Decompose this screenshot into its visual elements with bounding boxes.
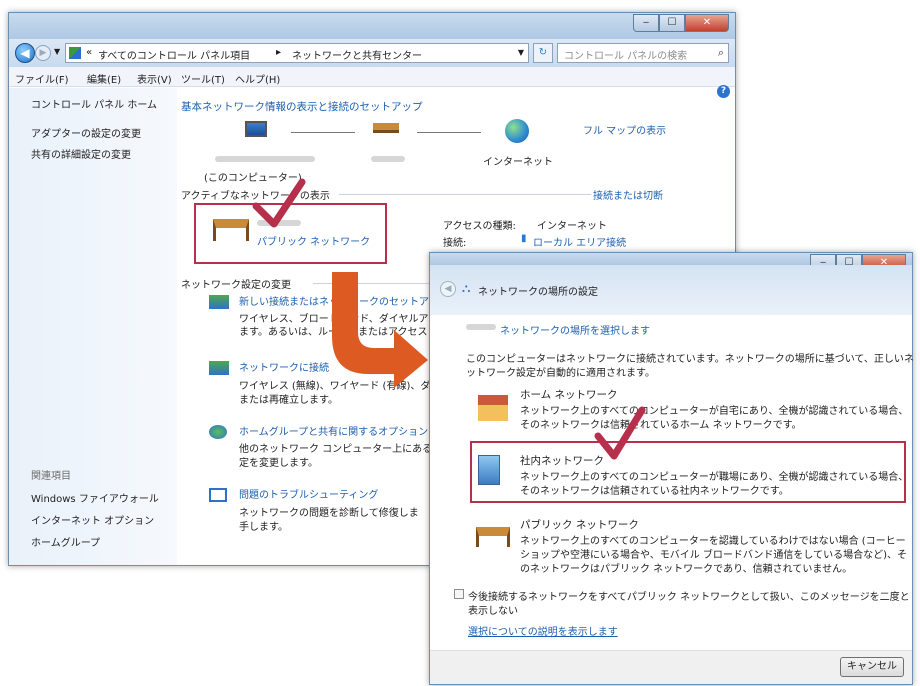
address-prefix: «: [86, 47, 93, 58]
select-location-heading: ネットワークの場所を選択します: [500, 326, 650, 337]
option-description: ネットワーク上のすべてのコンピューターを認識しているわけではない場合 (コーヒー: [520, 536, 906, 547]
connection-label: 接続:: [443, 238, 467, 249]
troubleshoot-icon: [209, 488, 227, 502]
breadcrumb-item[interactable]: すべてのコントロール パネル項目: [98, 47, 250, 62]
maximize-button[interactable]: ☐: [659, 14, 685, 32]
intro-text: このコンピューターはネットワークに接続されています。ネットワークの場所に基づいて…: [466, 354, 914, 365]
home-icon: [478, 395, 508, 421]
menu-view[interactable]: 表示(V): [137, 71, 172, 86]
checkmark-icon: [594, 406, 646, 460]
dialog-title: ネットワークの場所の設定: [478, 287, 598, 298]
network-icon: ⛬: [462, 281, 471, 295]
minimize-button[interactable]: ‒: [633, 14, 659, 32]
map-line: [417, 132, 481, 133]
option-description: ネットワーク上のすべてのコンピューターが自宅にあり、全機が認識されている場合、: [520, 406, 909, 417]
homegroup-icon: [209, 425, 227, 439]
checkmark-icon: [252, 178, 306, 228]
task-description: 他のネットワーク コンピューター上にある: [239, 444, 433, 455]
cancel-button[interactable]: キャンセル: [840, 657, 904, 677]
option-public-network[interactable]: パブリック ネットワーク ネットワーク上のすべてのコンピューターを認識しているわ…: [470, 515, 910, 585]
section-divider: [339, 194, 591, 195]
treat-public-checkbox[interactable]: [454, 589, 464, 599]
menu-help[interactable]: ヘルプ(H): [235, 71, 280, 86]
map-line: [291, 132, 355, 133]
close-button[interactable]: ✕: [685, 14, 729, 32]
page-title: 基本ネットワーク情報の表示と接続のセットアップ: [181, 101, 423, 113]
network-location-dialog: ‒ ☐ ✕ ◀ ⛬ ネットワークの場所の設定 ネットワークの場所を選択します こ…: [429, 252, 914, 685]
back-arrow-icon[interactable]: ◀: [15, 43, 35, 63]
access-type-label: アクセスの種類:: [443, 221, 516, 232]
task-description: 定を変更します。: [239, 458, 318, 469]
option-home-network[interactable]: ホーム ネットワーク ネットワーク上のすべてのコンピューターが自宅にあり、全機が…: [470, 385, 908, 439]
new-connection-icon: [209, 295, 229, 309]
explain-choice-link[interactable]: 選択についての説明を表示します: [468, 623, 618, 638]
option-description: ネットワーク上のすべてのコンピューターが職場にあり、全機が認識されている場合、: [520, 472, 909, 483]
checkbox-label: 今後接続するネットワークをすべてパブリック ネットワークとして扱い、このメッセー…: [468, 592, 910, 603]
menu-bar: ファイル(F) 編集(E) 表示(V) ツール(T) ヘルプ(H): [9, 67, 735, 87]
sidebar-item-firewall[interactable]: Windows ファイアウォール: [31, 490, 159, 505]
address-bar-row: ◀ ▶ ▼ « すべてのコントロール パネル項目 ▸ ネットワークと共有センター…: [9, 39, 735, 67]
change-settings-heading: ネットワーク設定の変更: [181, 280, 291, 291]
title-bar: [9, 13, 735, 39]
task-connect-network-link[interactable]: ネットワークに接続: [239, 359, 329, 374]
access-type-value: インターネット: [537, 221, 607, 232]
sidebar-item-advanced-sharing[interactable]: 共有の詳細設定の変更: [31, 146, 131, 161]
menu-file[interactable]: ファイル(F): [15, 71, 69, 86]
menu-edit[interactable]: 編集(E): [87, 71, 121, 86]
network-name-redacted: [466, 324, 496, 330]
option-description: そのネットワークは信頼されているホーム ネットワークです。: [520, 420, 802, 431]
sidebar-item-internet-options[interactable]: インターネット オプション: [31, 512, 154, 527]
connect-disconnect-link[interactable]: 接続または切断: [593, 187, 663, 202]
globe-icon: [505, 119, 529, 143]
dialog-footer: キャンセル: [430, 650, 912, 684]
forward-arrow-icon[interactable]: ▶: [35, 45, 51, 61]
full-map-link[interactable]: フル マップの表示: [583, 122, 666, 137]
bench-icon: [373, 123, 399, 133]
task-description: または再確立します。: [239, 395, 338, 406]
option-description: のネットワークはパブリック ネットワークであり、信頼されていません。: [520, 564, 853, 575]
menu-tools[interactable]: ツール(T): [181, 71, 225, 86]
dialog-content: ネットワークの場所を選択します このコンピューターはネットワークに接続されていま…: [430, 315, 914, 684]
help-icon[interactable]: ?: [717, 85, 730, 98]
related-heading: 関連項目: [31, 471, 71, 482]
connection-icon: ▮: [521, 233, 527, 244]
task-troubleshoot-link[interactable]: 問題のトラブルシューティング: [239, 486, 378, 501]
breadcrumb-separator-icon: ▸: [276, 47, 282, 58]
internet-label: インターネット: [483, 157, 553, 168]
option-description: ショップや空港にいる場合や、モバイル ブロードバンド通信をしている場合など)、そ: [520, 550, 907, 561]
network-name-redacted: [371, 156, 405, 162]
search-placeholder: コントロール パネルの検索: [564, 51, 688, 62]
checkbox-label: 表示しない: [468, 606, 518, 617]
sidebar: コントロール パネル ホーム アダプターの設定の変更 共有の詳細設定の変更 関連…: [9, 88, 177, 565]
breadcrumb-item[interactable]: ネットワークと共有センター: [292, 47, 422, 62]
option-description: そのネットワークは信頼されている社内ネットワークです。: [520, 486, 789, 497]
computer-icon: [245, 121, 267, 137]
control-panel-icon: [69, 47, 81, 59]
search-icon[interactable]: ⌕: [718, 46, 724, 60]
history-dropdown-icon[interactable]: ▼: [54, 47, 60, 56]
window-controls: ‒ ☐ ✕: [633, 14, 729, 32]
sidebar-item-homegroup[interactable]: ホームグループ: [31, 534, 100, 549]
connect-network-icon: [209, 361, 229, 375]
bench-icon: [476, 527, 510, 547]
task-description: 手します。: [239, 522, 288, 533]
refresh-icon[interactable]: ↻: [533, 43, 553, 63]
option-title: ホーム ネットワーク: [520, 389, 618, 401]
sidebar-item-adapter-settings[interactable]: アダプターの設定の変更: [31, 125, 141, 140]
option-title: パブリック ネットワーク: [520, 519, 639, 531]
intro-text: ットワーク設定が自動的に適用されます。: [466, 368, 655, 379]
address-dropdown-icon[interactable]: ▼: [518, 48, 524, 57]
sidebar-item-control-panel-home[interactable]: コントロール パネル ホーム: [31, 96, 157, 111]
option-work-network[interactable]: 社内ネットワーク ネットワーク上のすべてのコンピューターが職場にあり、全機が認識…: [470, 441, 909, 503]
local-area-connection-link[interactable]: ローカル エリア接続: [533, 234, 626, 249]
computer-name-redacted: [215, 156, 315, 162]
task-description: ネットワークの問題を診断して修復しま: [239, 508, 419, 519]
flow-arrow-icon: [332, 272, 428, 388]
search-input[interactable]: コントロール パネルの検索 ⌕: [557, 43, 729, 63]
task-homegroup-link[interactable]: ホームグループと共有に関するオプション: [239, 423, 428, 438]
back-arrow-icon[interactable]: ◀: [440, 281, 456, 297]
work-building-icon: [478, 455, 500, 485]
address-box[interactable]: « すべてのコントロール パネル項目 ▸ ネットワークと共有センター ▼: [65, 43, 529, 63]
